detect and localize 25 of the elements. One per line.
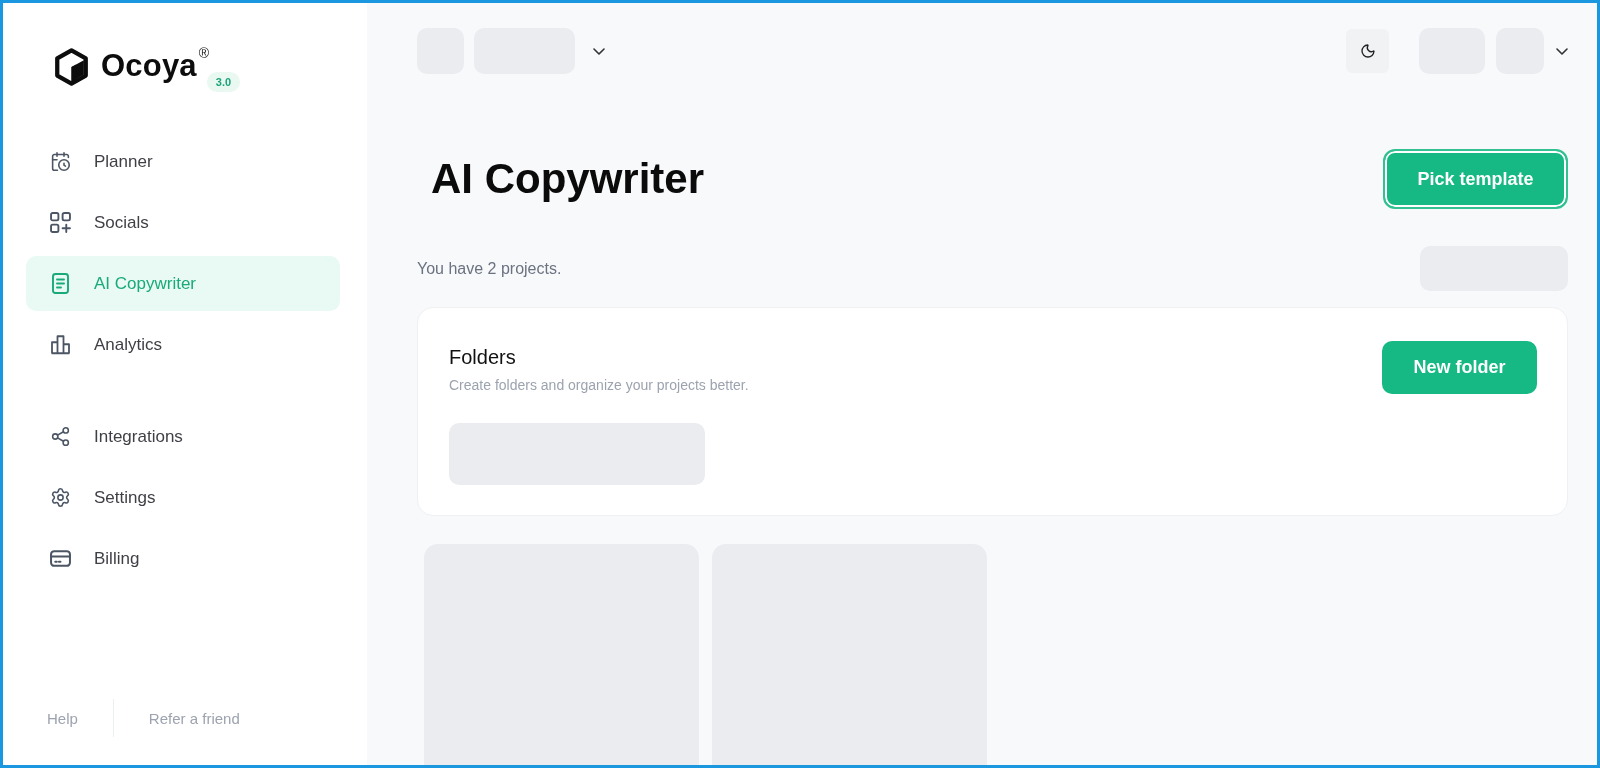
credit-card-icon [50, 548, 71, 569]
version-badge: 3.0 [206, 72, 241, 92]
cube-logo-icon [54, 48, 89, 86]
brand-name: Ocoya [101, 47, 197, 85]
sidebar-nav-item[interactable]: Settings [26, 470, 340, 525]
document-icon [50, 273, 71, 294]
calendar-clock-icon [50, 151, 71, 172]
registered-mark: ® [198, 46, 210, 60]
grid-plus-icon [50, 212, 71, 233]
page-title: AI Copywriter [430, 158, 705, 200]
sidebar-nav-item[interactable]: Integrations [26, 409, 340, 464]
moon-icon [1359, 43, 1376, 59]
share-icon [50, 426, 71, 447]
sidebar-nav-item[interactable]: Billing [26, 531, 340, 586]
settings-icon [50, 487, 71, 508]
card-description: Create folders and organize your projects better. [449, 376, 749, 395]
theme-toggle-button[interactable] [1346, 29, 1389, 73]
chevron-down-icon[interactable] [1556, 47, 1568, 55]
bar-chart-icon [50, 334, 71, 355]
sidebar-nav-item[interactable]: Analytics [26, 317, 340, 372]
project-count-text: You have 2 projects. [417, 259, 562, 278]
chevron-down-icon[interactable] [593, 47, 605, 55]
card-title: Folders [449, 345, 517, 370]
sidebar-nav-item[interactable]: Socials [26, 195, 340, 250]
sidebar-nav-item[interactable]: Planner [26, 134, 340, 189]
